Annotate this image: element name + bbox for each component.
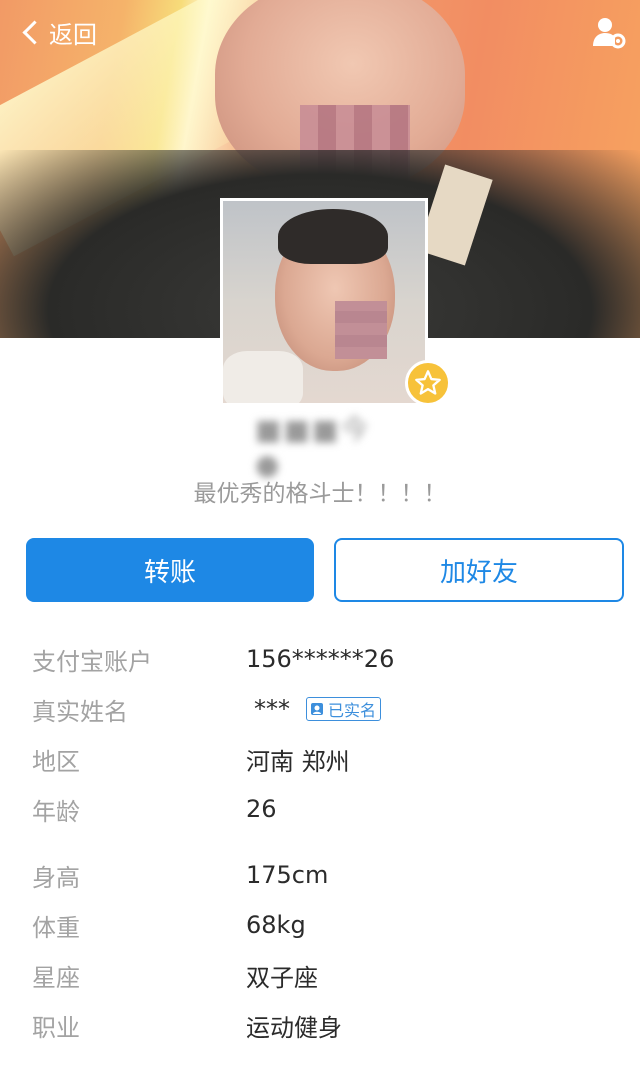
star-badge-icon	[405, 360, 451, 406]
info-label: 地区	[32, 747, 80, 776]
info-row-height: 身高 175cm	[32, 850, 612, 900]
info-value: 175cm	[246, 861, 329, 889]
back-label: 返回	[49, 20, 97, 49]
info-row-account: 支付宝账户 156******26	[32, 634, 612, 684]
info-label: 支付宝账户	[32, 647, 152, 676]
info-row-age: 年龄 26	[32, 784, 612, 834]
info-row-occupation: 职业 运动健身	[32, 1000, 612, 1050]
back-button[interactable]: 返回	[20, 12, 97, 52]
info-value: 双子座	[246, 963, 318, 992]
verified-badge: 已实名	[306, 697, 382, 721]
info-label: 年龄	[32, 797, 80, 826]
profile-info-list: 支付宝账户 156******26 真实姓名 *** 已实名 地区 河南 郑州 …	[32, 634, 612, 1050]
chevron-left-icon	[22, 19, 47, 45]
info-row-weight: 体重 68kg	[32, 900, 612, 950]
info-label: 职业	[32, 1013, 80, 1042]
info-value: 26	[246, 795, 277, 823]
info-label: 体重	[32, 913, 80, 942]
info-label: 身高	[32, 863, 80, 892]
info-row-zodiac: 星座 双子座	[32, 950, 612, 1000]
info-value: 运动健身	[246, 1013, 342, 1042]
info-value-wrap: *** 已实名	[246, 695, 382, 723]
add-friend-button[interactable]: 加好友	[334, 538, 624, 602]
username: ■■■今●	[255, 412, 371, 481]
info-label: 星座	[32, 963, 80, 992]
info-label: 真实姓名	[32, 697, 128, 726]
info-row-region: 地区 河南 郑州	[32, 734, 612, 784]
info-value: 河南 郑州	[246, 747, 350, 776]
transfer-button[interactable]: 转账	[26, 538, 314, 602]
info-row-real-name: 真实姓名 *** 已实名	[32, 684, 612, 734]
mosaic-blur	[335, 301, 387, 359]
info-value: ***	[254, 695, 290, 723]
id-badge-icon	[311, 703, 323, 715]
avatar[interactable]	[220, 198, 428, 406]
person-gear-icon[interactable]	[590, 14, 626, 50]
info-value: 156******26	[246, 645, 395, 673]
info-value: 68kg	[246, 911, 306, 939]
profile-signature: 最优秀的格斗士！！！！	[193, 481, 447, 507]
